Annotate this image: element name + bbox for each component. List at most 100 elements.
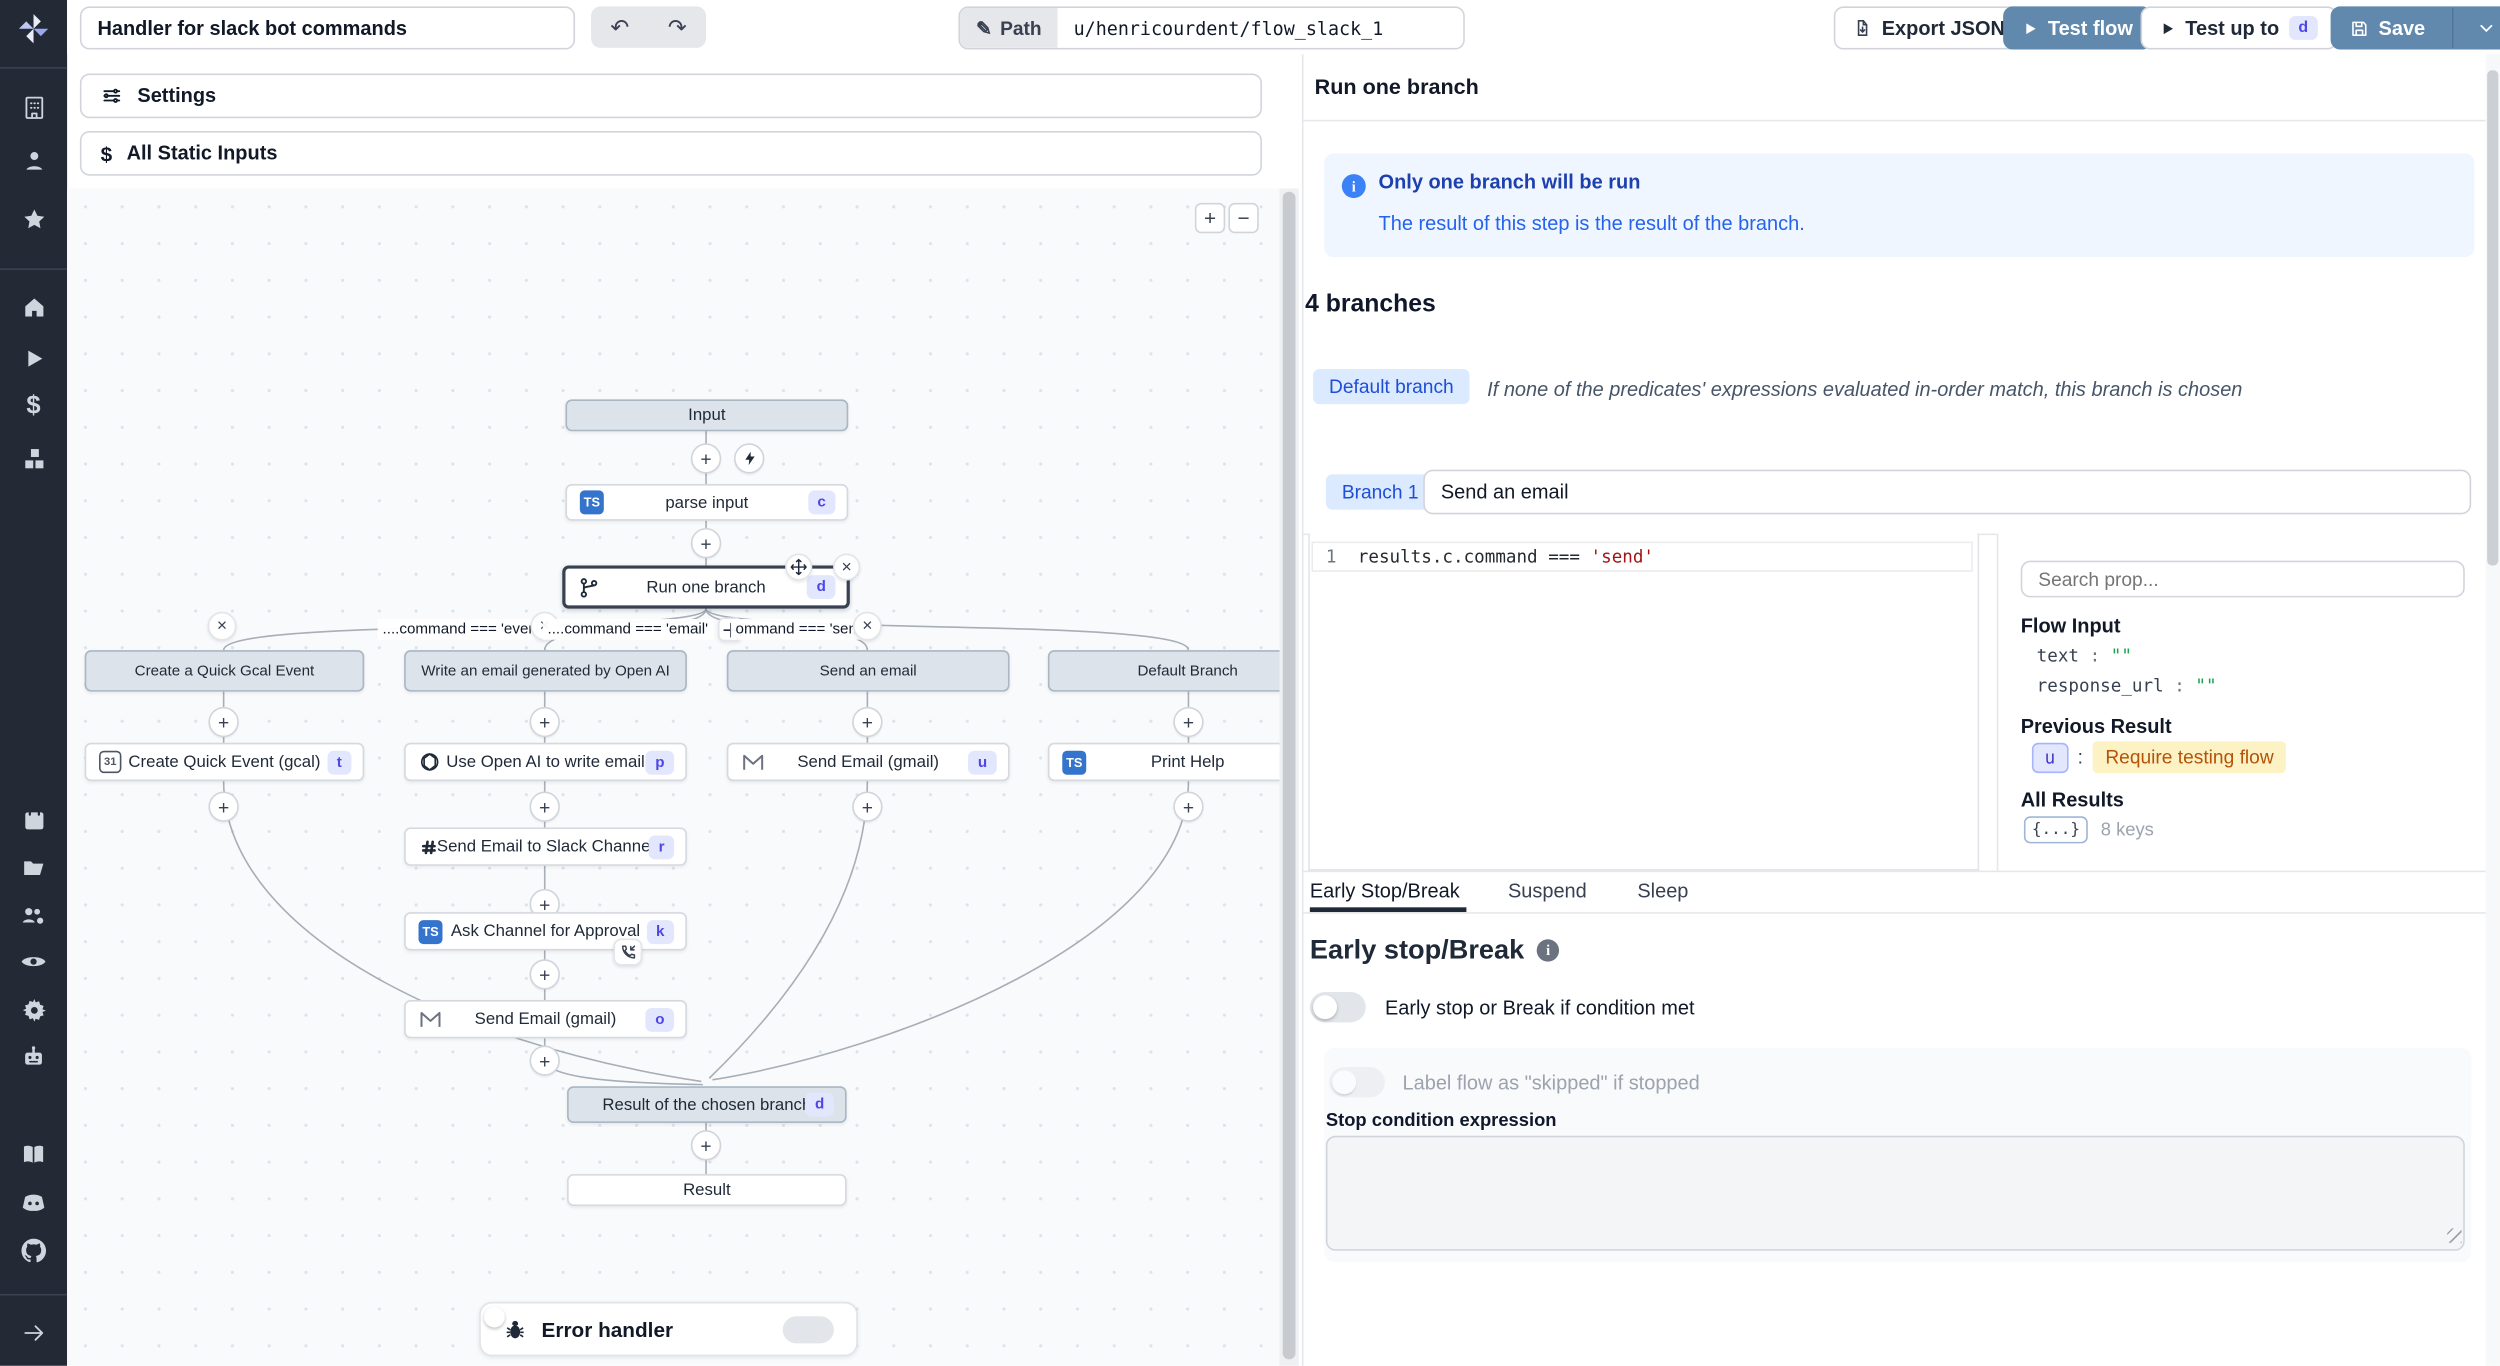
add-step-icon[interactable]: + <box>530 707 560 737</box>
panel-scrollbar[interactable] <box>2486 54 2500 1365</box>
info-box: i Only one branch will be run The result… <box>1324 153 2474 257</box>
delete-node-icon[interactable]: × <box>833 553 860 580</box>
node-send-email-gmail-2[interactable]: Send Email (gmail) o <box>404 1000 687 1038</box>
add-step-icon[interactable]: + <box>208 707 238 737</box>
node-print-help[interactable]: TS Print Help <box>1048 743 1280 781</box>
node-input[interactable]: Input <box>565 399 848 431</box>
trigger-bolt-icon[interactable] <box>734 443 764 473</box>
branch-header-node[interactable]: Write an email generated by Open AI <box>404 650 687 692</box>
settings-gear-icon[interactable] <box>0 990 67 1028</box>
skipped-toggle[interactable] <box>1329 1067 1385 1097</box>
branch-header-node[interactable]: Create a Quick Gcal Event <box>85 650 365 692</box>
suspend-phone-icon <box>613 938 642 965</box>
settings-label: Settings <box>137 85 216 107</box>
save-dropdown-button[interactable] <box>2464 8 2500 48</box>
scrollbar-thumb[interactable] <box>2487 70 2498 565</box>
node-branch-result[interactable]: Result of the chosen branch d <box>567 1086 847 1123</box>
add-step-icon[interactable]: + <box>691 1130 721 1160</box>
add-step-icon[interactable]: + <box>852 707 882 737</box>
add-step-icon[interactable]: + <box>530 792 560 822</box>
add-step-icon[interactable]: + <box>691 443 721 473</box>
runs-play-icon[interactable] <box>0 339 67 377</box>
node-send-email-slack[interactable]: Send Email to Slack Channel r <box>404 827 687 865</box>
favorites-star-icon[interactable] <box>0 200 67 238</box>
windmill-logo-icon[interactable] <box>0 10 67 48</box>
error-handler-card[interactable]: Error handler <box>479 1302 858 1356</box>
node-label: Result of the chosen branch <box>569 1095 845 1114</box>
tab-sleep[interactable]: Sleep <box>1637 880 1688 902</box>
error-handler-toggle[interactable] <box>783 1315 834 1342</box>
scrollbar-thumb[interactable] <box>1283 192 1296 1360</box>
add-step-icon[interactable]: + <box>1173 707 1203 737</box>
branch-header-node[interactable]: Default Branch <box>1048 650 1280 692</box>
test-flow-button[interactable]: Test flow <box>2003 6 2152 49</box>
resources-cubes-icon[interactable] <box>0 439 67 477</box>
canvas-scrollbar[interactable] <box>1280 188 1299 1365</box>
redo-icon[interactable]: ↷ <box>668 14 687 41</box>
node-result[interactable]: Result <box>567 1174 847 1206</box>
all-results-row[interactable]: {...} 8 keys <box>2024 816 2154 843</box>
workers-robot-icon[interactable] <box>0 1038 67 1076</box>
discord-icon[interactable] <box>0 1184 67 1222</box>
test-up-to-step-badge: d <box>2289 16 2318 40</box>
tab-suspend[interactable]: Suspend <box>1508 880 1587 902</box>
branch-predicate-label: ....command === 'email' <box>543 619 713 640</box>
node-label: Ask Channel for Approval <box>406 922 686 941</box>
user-icon[interactable] <box>0 141 67 179</box>
node-send-email-gmail[interactable]: Send Email (gmail) u <box>727 743 1010 781</box>
info-icon[interactable]: i <box>1537 939 1559 961</box>
flow-editor-app: $ <box>0 0 2500 1366</box>
audit-eye-icon[interactable] <box>0 942 67 980</box>
delete-branch-icon[interactable]: × <box>853 612 882 641</box>
export-json-button[interactable]: Export JSON <box>1834 6 2024 49</box>
branch-header-node[interactable]: Send an email <box>727 650 1010 692</box>
require-testing-chip: Require testing flow <box>2093 741 2287 773</box>
zoom-in-button[interactable]: + <box>1195 203 1225 233</box>
undo-icon[interactable]: ↶ <box>610 14 629 41</box>
node-parse-input[interactable]: TS parse input c <box>565 484 848 521</box>
add-step-icon[interactable]: + <box>530 1045 560 1075</box>
workspace-building-icon[interactable] <box>0 88 67 126</box>
path-box[interactable]: ✎Path u/henricourdent/flow_slack_1 <box>958 6 1464 49</box>
docs-book-icon[interactable] <box>0 1136 67 1174</box>
add-step-icon[interactable]: + <box>691 528 721 558</box>
stop-condition-textarea[interactable] <box>1326 1136 2465 1251</box>
early-stop-toggle[interactable] <box>1310 992 1366 1022</box>
static-inputs-row[interactable]: $ All Static Inputs <box>80 131 1262 176</box>
delete-branch-icon[interactable]: × <box>208 612 237 641</box>
github-icon[interactable] <box>0 1232 67 1270</box>
prop-row[interactable]: response_url : "" <box>2037 676 2217 697</box>
resize-handle-icon[interactable] <box>2447 1228 2461 1242</box>
add-step-icon[interactable]: + <box>208 792 238 822</box>
sidebar-divider <box>0 268 67 270</box>
test-flow-label: Test flow <box>2048 17 2133 39</box>
branch-summary-input[interactable] <box>1423 470 2471 515</box>
export-json-label: Export JSON <box>1882 17 2005 39</box>
add-step-icon[interactable]: + <box>1173 792 1203 822</box>
tab-early-stop[interactable]: Early Stop/Break <box>1310 880 1460 902</box>
predicate-code-editor[interactable]: 1 results.c.command === 'send' <box>1308 534 1979 871</box>
node-use-openai[interactable]: Use Open AI to write email p <box>404 743 687 781</box>
groups-users-icon[interactable] <box>0 896 67 934</box>
schedules-calendar-icon[interactable] <box>0 800 67 838</box>
folders-icon[interactable] <box>0 848 67 886</box>
save-button[interactable]: Save <box>2332 8 2443 48</box>
zoom-out-button[interactable]: − <box>1228 203 1258 233</box>
add-step-icon[interactable]: + <box>852 792 882 822</box>
node-label: Result <box>569 1180 845 1199</box>
object-badge: {...} <box>2024 816 2088 843</box>
settings-row[interactable]: Settings <box>80 73 1262 118</box>
home-icon[interactable] <box>0 288 67 326</box>
test-up-to-button[interactable]: Test up to d <box>2141 6 2337 49</box>
search-prop-input[interactable] <box>2021 561 2465 598</box>
flow-canvas[interactable]: + − Input + TS parse input c + Run one b… <box>67 188 1279 1365</box>
collapse-arrow-icon[interactable] <box>0 1313 67 1351</box>
previous-result-row[interactable]: u : Require testing flow <box>2032 741 2287 773</box>
move-node-icon[interactable] <box>785 553 812 580</box>
prop-row[interactable]: text : "" <box>2037 645 2132 666</box>
variables-dollar-icon[interactable]: $ <box>0 388 67 426</box>
add-step-icon[interactable]: + <box>530 959 560 989</box>
flow-name-input[interactable] <box>80 6 575 49</box>
node-ask-approval[interactable]: TS Ask Channel for Approval k <box>404 912 687 950</box>
node-create-quick-event[interactable]: 31 Create Quick Event (gcal) t <box>85 743 365 781</box>
